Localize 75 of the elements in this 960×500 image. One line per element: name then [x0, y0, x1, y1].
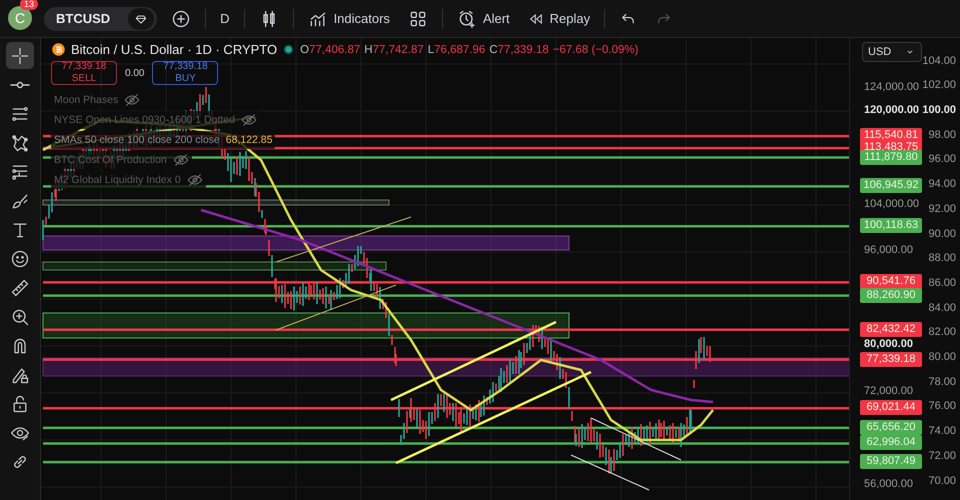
- coin-icon: [51, 42, 66, 57]
- indicator-value: 68,122.85: [226, 134, 272, 146]
- scale-axis-label: 70.00: [928, 474, 956, 488]
- price-axis-label: 120,000.00: [864, 103, 920, 117]
- grid-icon: [408, 8, 428, 28]
- ohlc-label: H: [364, 44, 373, 56]
- scale-axis-label: 100.00: [922, 103, 956, 117]
- plus-circle-icon: [171, 8, 192, 28]
- price-axis-label: 96,000.00: [864, 243, 913, 258]
- price-level-label: 90,541.76: [860, 274, 922, 290]
- symbol-title: Bitcoin / U.S. Dollar · 1D · CRYPTO: [71, 42, 278, 57]
- hidden-eye-icon[interactable]: [240, 112, 257, 128]
- currency-dropdown[interactable]: USD: [862, 42, 922, 62]
- ohlc-value: 76,687.96: [434, 44, 486, 56]
- scale-axis-label: 72.00: [928, 448, 956, 463]
- price-axis-label: 104,000.00: [864, 196, 920, 211]
- price-level-label: 82,432.42: [860, 322, 922, 337]
- ohlc-value: 77,742.87: [372, 44, 424, 56]
- spread-value: 0.00: [125, 68, 144, 78]
- zoom-in-icon: [10, 306, 30, 326]
- ohlc-label: C: [489, 44, 498, 56]
- scale-axis-label: 80.00: [928, 350, 956, 364]
- alert-button[interactable]: Alert: [452, 6, 514, 30]
- hidden-eye-icon[interactable]: [172, 152, 189, 168]
- notification-badge: 13: [20, 0, 38, 10]
- price-level-label: 77,339.18: [860, 352, 922, 367]
- price-level-label: 59,807.49: [860, 454, 922, 470]
- smiley-icon: [10, 248, 30, 268]
- buy-button[interactable]: 77,339.18 BUY: [152, 61, 218, 85]
- scale-axis-label: 98.00: [928, 128, 956, 142]
- ohlc-label: L: [428, 44, 434, 56]
- sell-button[interactable]: 77,339.18 SELL: [51, 61, 117, 85]
- scale-axis-label: 96.00: [928, 152, 956, 166]
- price-axis-label: 80,000.00: [864, 337, 913, 351]
- price-level-label: 65,656.20: [860, 420, 922, 435]
- symbol-search[interactable]: BTCUSD: [44, 6, 158, 30]
- price-level-label: 106,945.92: [860, 178, 922, 194]
- scale-axis-label: 82.00: [928, 325, 956, 340]
- price-level-label: 62,996.04: [860, 435, 922, 450]
- price-level-label: 69,021.44: [860, 400, 922, 416]
- horizontal-line-icon: [10, 80, 30, 88]
- scale-axis-label: 90.00: [928, 226, 956, 240]
- ruler-icon: [10, 278, 30, 298]
- scale-axis-label: 104.00: [922, 54, 956, 68]
- interval-button[interactable]: D: [216, 9, 234, 28]
- indicator-name[interactable]: Moon Phases: [54, 94, 118, 106]
- price-change: −67.68 (−0.09%): [552, 44, 638, 56]
- drawing-tool-button[interactable]: [6, 42, 34, 69]
- scale-axis-label: 92.00: [928, 202, 956, 216]
- scale-axis-label: 86.00: [928, 276, 956, 290]
- scale-axis-label: 84.00: [928, 300, 956, 315]
- replay-button[interactable]: Replay: [524, 8, 594, 28]
- scale-axis-label: 102.00: [922, 78, 956, 92]
- crosshair-icon: [10, 46, 30, 66]
- scale-axis-label: 76.00: [928, 399, 956, 414]
- price-axis-label: 56,000.00: [864, 477, 913, 492]
- ohlc-value: 77,406.87: [309, 44, 360, 56]
- ohlc-label: O: [300, 44, 310, 56]
- hidden-eye-icon[interactable]: [124, 92, 140, 108]
- pattern-nodes-icon: [10, 132, 30, 152]
- price-level-label: 88,260.90: [860, 288, 922, 303]
- hidden-eye-icon[interactable]: [186, 172, 203, 188]
- price-level-label: 100,118.63: [860, 218, 922, 234]
- scale-axis-label: 78.00: [928, 374, 956, 389]
- scale-axis-label: 74.00: [928, 424, 956, 438]
- ohlc-value: 77,339.18: [498, 44, 549, 56]
- indicators-button[interactable]: Indicators: [304, 6, 394, 30]
- price-axis-label: 124,000.00: [864, 80, 920, 94]
- indicator-name[interactable]: SMAs 50 close 100 close 200 close: [54, 134, 220, 146]
- price-axis-label: 72,000.00: [864, 384, 913, 398]
- alarm-clock-icon: [456, 8, 477, 28]
- price-level-label: 111,879.80: [860, 150, 922, 164]
- scale-axis-label: 88.00: [928, 251, 956, 266]
- status-dot-icon: [282, 43, 296, 56]
- scale-axis-label: 94.00: [928, 177, 956, 192]
